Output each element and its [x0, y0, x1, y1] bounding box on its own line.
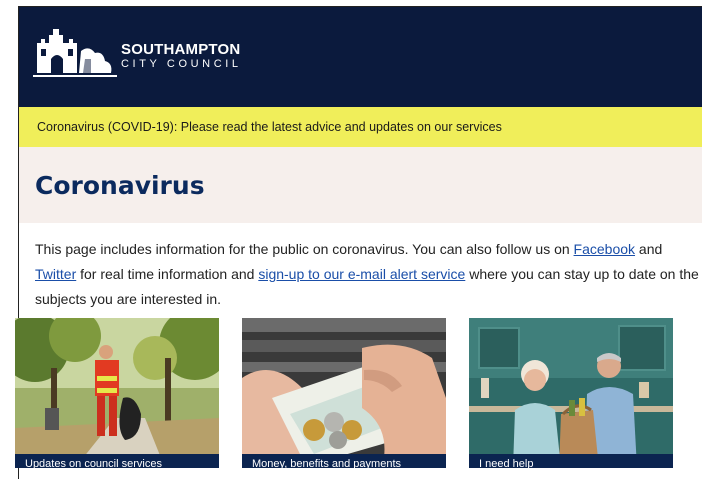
intro-paragraph: This page includes information for the p… — [35, 237, 702, 312]
alert-text[interactable]: Coronavirus (COVID-19): Please read the … — [37, 120, 502, 134]
money-in-hand-image — [242, 318, 446, 468]
council-logo[interactable]: SOUTHAMPTON CITY COUNCIL — [33, 25, 243, 79]
email-signup-link[interactable]: sign-up to our e-mail alert service — [258, 266, 465, 282]
card-money-benefits[interactable]: Money, benefits and payments — [242, 318, 446, 468]
castle-logo-icon — [33, 29, 117, 77]
intro-text-3: for real time information and — [76, 266, 259, 282]
card-label: Updates on council services — [15, 454, 219, 468]
intro-text-1: This page includes information for the p… — [35, 241, 574, 257]
covid-alert-banner[interactable]: Coronavirus (COVID-19): Please read the … — [19, 107, 702, 147]
logo-subtitle: CITY COUNCIL — [121, 58, 242, 70]
worker-in-park-image — [15, 318, 219, 468]
card-label: I need help — [469, 454, 673, 468]
service-cards: Updates on council services Money, benef… — [15, 318, 673, 468]
card-i-need-help[interactable]: I need help — [469, 318, 673, 468]
site-header: SOUTHAMPTON CITY COUNCIL — [19, 7, 702, 107]
couple-with-shopping-image — [469, 318, 673, 468]
twitter-link[interactable]: Twitter — [35, 266, 76, 282]
card-label: Money, benefits and payments — [242, 454, 446, 468]
facebook-link[interactable]: Facebook — [574, 241, 635, 257]
logo-title: SOUTHAMPTON — [121, 41, 241, 58]
page-title: Coronavirus — [35, 170, 205, 200]
intro-text-2: and — [635, 241, 663, 257]
page-title-bar: Coronavirus — [19, 147, 702, 223]
card-council-services[interactable]: Updates on council services — [15, 318, 219, 468]
